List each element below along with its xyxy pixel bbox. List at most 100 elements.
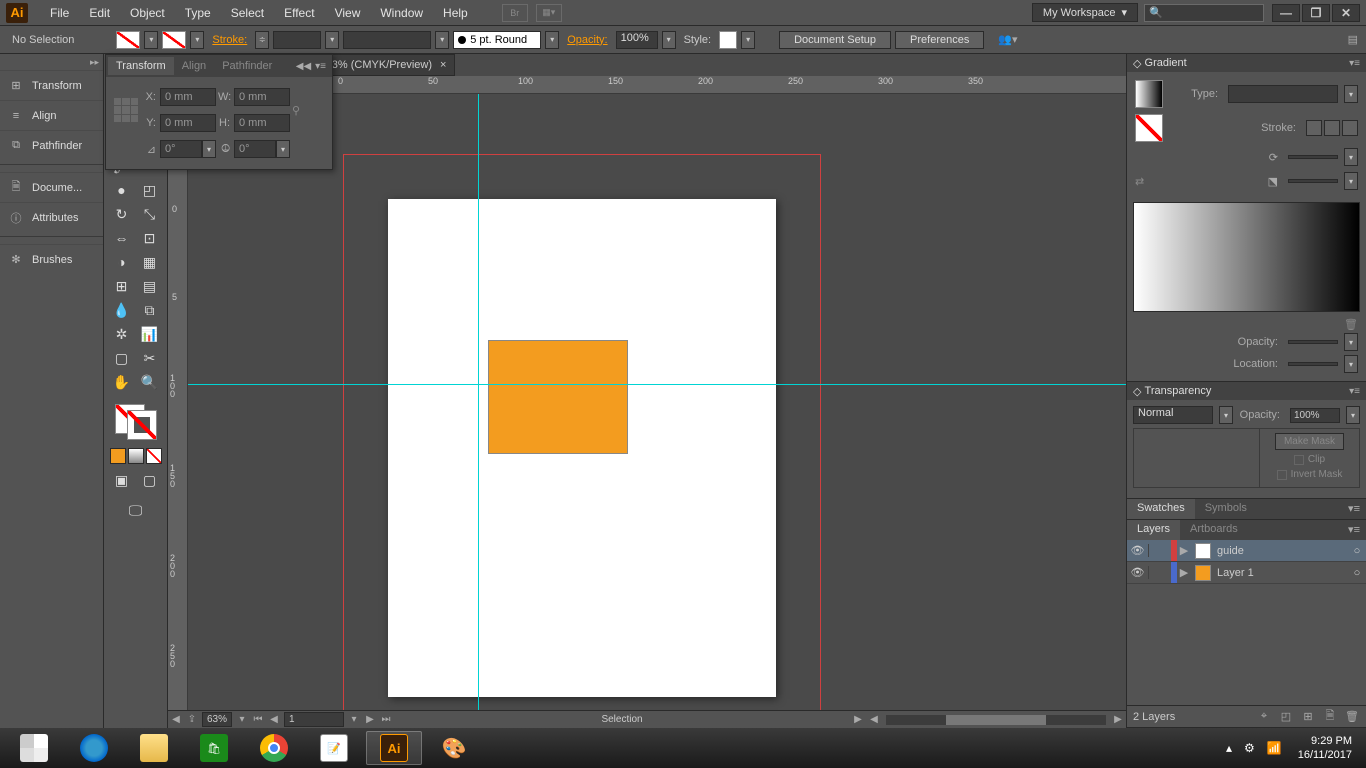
rotate-tool[interactable]: ↻	[108, 202, 136, 226]
search-input[interactable]: 🔍	[1144, 4, 1264, 22]
stop-opacity-dd[interactable]: ▾	[1344, 333, 1358, 351]
layer-visibility-toggle[interactable]: 👁	[1127, 566, 1149, 579]
orange-rectangle[interactable]	[488, 340, 628, 454]
artboard-next[interactable]: ▶	[362, 714, 378, 725]
gradient-type-dd-btn[interactable]: ▾	[1344, 85, 1358, 103]
delete-layer-icon[interactable]: 🗑	[1344, 710, 1360, 723]
shear-dd[interactable]: ▾	[276, 140, 290, 158]
document-setup-button[interactable]: Document Setup	[779, 31, 891, 49]
artboard-last[interactable]: ⏭	[378, 714, 394, 725]
gradient-angle-input[interactable]	[1288, 155, 1338, 159]
scale-tool[interactable]: ⤡	[136, 202, 164, 226]
variable-width-dropdown[interactable]: ▾	[435, 31, 449, 49]
artboard-tool[interactable]: ▢	[108, 346, 136, 370]
tab-pathfinder[interactable]: Pathfinder	[214, 57, 280, 75]
layer-name[interactable]: Layer 1	[1215, 567, 1348, 579]
opacity-input[interactable]: 100%	[616, 31, 658, 49]
gradient-aspect-input[interactable]	[1288, 179, 1338, 183]
taskbar-ie[interactable]	[66, 731, 122, 765]
artboard-prev[interactable]: ◀	[266, 714, 282, 725]
start-button[interactable]	[6, 731, 62, 765]
free-transform-tool[interactable]: ⊡	[136, 226, 164, 250]
stroke-swatch-dropdown[interactable]: ▾	[190, 31, 204, 49]
gradient-aspect-dd[interactable]: ▾	[1344, 172, 1358, 190]
dock-align[interactable]: ≡Align	[0, 100, 103, 130]
align-to-icon[interactable]: 👥▾	[998, 33, 1017, 46]
menu-select[interactable]: Select	[221, 6, 274, 20]
layer-thumbnail[interactable]	[1195, 543, 1211, 559]
stop-location-dd[interactable]: ▾	[1344, 355, 1358, 373]
stroke-box[interactable]	[127, 410, 157, 440]
screen-mode-toggle[interactable]: ▢	[136, 468, 164, 492]
tray-volume-icon[interactable]: 📶	[1261, 741, 1288, 755]
menu-file[interactable]: File	[40, 6, 79, 20]
invert-mask-checkbox[interactable]: Invert Mask	[1277, 469, 1343, 480]
x-input[interactable]	[160, 88, 216, 106]
slice-tool[interactable]: ✂	[136, 346, 164, 370]
rotate-dd[interactable]: ▾	[202, 140, 216, 158]
tab-layers[interactable]: Layers	[1127, 520, 1180, 540]
control-menu-icon[interactable]: ▤	[1348, 33, 1358, 46]
layer-name[interactable]: guide	[1215, 545, 1348, 557]
opacity-label[interactable]: Opacity:	[563, 34, 611, 46]
arrange-docs-icon[interactable]: ▦▾	[536, 4, 562, 22]
stroke-label[interactable]: Stroke:	[208, 34, 251, 46]
graph-tool[interactable]: 📊	[136, 322, 164, 346]
vertical-ruler[interactable]: 0 5 1 0 0 1 5 0 2 0 0 2 5 0	[168, 94, 188, 710]
tab-swatches[interactable]: Swatches	[1127, 499, 1195, 519]
stop-opacity-input[interactable]	[1288, 340, 1338, 344]
layer-target-icon[interactable]: ○	[1348, 567, 1366, 579]
taskbar-notepad[interactable]: 📝	[306, 731, 362, 765]
taskbar-chrome[interactable]	[246, 731, 302, 765]
taskbar-illustrator[interactable]: Ai	[366, 731, 422, 765]
transparency-panel-menu[interactable]: ▾≡	[1349, 386, 1360, 397]
w-input[interactable]	[234, 88, 290, 106]
perspective-tool[interactable]: ▦	[136, 250, 164, 274]
stroke-swatch[interactable]	[162, 31, 186, 49]
color-mode-none[interactable]	[146, 448, 162, 464]
brush-dropdown[interactable]: ▾	[545, 31, 559, 49]
h-input[interactable]	[234, 114, 290, 132]
reference-point-grid[interactable]	[114, 98, 138, 122]
gradient-type-dropdown[interactable]	[1228, 85, 1338, 103]
eraser-tool[interactable]: ◰	[136, 178, 164, 202]
menu-help[interactable]: Help	[433, 6, 478, 20]
bridge-icon[interactable]: Br	[502, 4, 528, 22]
clip-checkbox[interactable]: Clip	[1294, 454, 1325, 465]
stroke-weight-dropdown[interactable]: ▾	[325, 31, 339, 49]
close-tab-icon[interactable]: ×	[440, 59, 446, 71]
hscroll-left[interactable]: ◀	[866, 714, 882, 725]
gradient-panel-menu[interactable]: ▾≡	[1349, 58, 1360, 69]
rotate-input[interactable]	[160, 140, 202, 158]
swatches-panel-menu[interactable]: ▾≡	[1342, 499, 1366, 519]
fill-swatch[interactable]	[116, 31, 140, 49]
make-mask-button[interactable]: Make Mask	[1275, 433, 1344, 450]
system-clock[interactable]: 9:29 PM 16/11/2017	[1288, 734, 1362, 762]
dock-brushes[interactable]: ✻Brushes	[0, 244, 103, 274]
hscroll-thumb[interactable]	[946, 715, 1046, 725]
preferences-button[interactable]: Preferences	[895, 31, 984, 49]
menu-view[interactable]: View	[325, 6, 371, 20]
vertical-guide[interactable]	[478, 94, 479, 710]
width-tool[interactable]: ⇔	[108, 226, 136, 250]
blend-mode-dd-btn[interactable]: ▾	[1219, 406, 1233, 424]
stroke-weight-input[interactable]	[273, 31, 321, 49]
menu-type[interactable]: Type	[175, 6, 221, 20]
menu-edit[interactable]: Edit	[79, 6, 120, 20]
artboard-nav-dropdown[interactable]: ▾	[346, 714, 362, 725]
trans-opacity-dd[interactable]: ▾	[1346, 406, 1360, 424]
layer-row-guide[interactable]: 👁 ▶ guide ○	[1127, 540, 1366, 562]
opacity-dropdown[interactable]: ▾	[662, 31, 676, 49]
stop-location-input[interactable]	[1288, 362, 1338, 366]
brush-definition[interactable]: 5 pt. Round	[453, 31, 541, 49]
layers-panel-menu[interactable]: ▾≡	[1342, 520, 1366, 540]
blob-brush-tool[interactable]: ●	[108, 178, 136, 202]
opacity-mask-thumb[interactable]	[1134, 429, 1259, 487]
maximize-button[interactable]: ❐	[1302, 4, 1330, 22]
gradient-angle-dd[interactable]: ▾	[1344, 148, 1358, 166]
taskbar-explorer[interactable]	[126, 731, 182, 765]
fill-dropdown[interactable]: ▾	[144, 31, 158, 49]
eyedropper-tool[interactable]: 💧	[108, 298, 136, 322]
artboard-number[interactable]: 1	[284, 712, 344, 727]
layer-expand-toggle[interactable]: ▶	[1177, 544, 1191, 557]
